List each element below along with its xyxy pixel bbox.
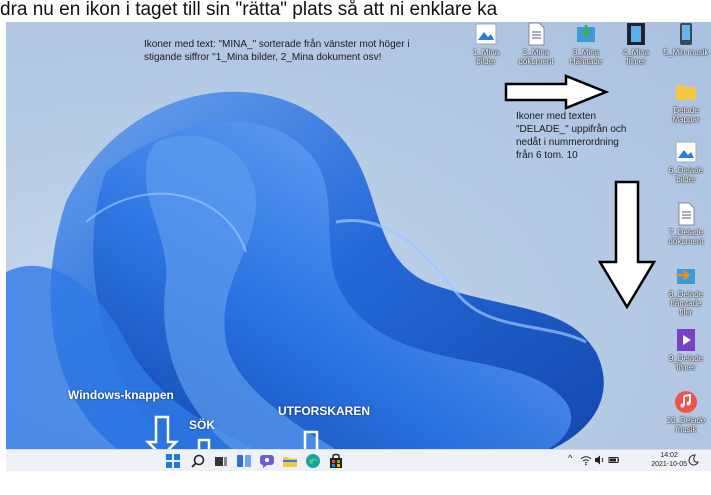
desktop-icon-delade-mappar[interactable]: Delade Mappar: [663, 80, 709, 124]
pictures-icon: [475, 23, 497, 45]
folder-icon: [676, 85, 696, 100]
wifi-icon[interactable]: [580, 454, 592, 466]
icon-label: 10_Delade musik: [666, 416, 706, 434]
delade-note-line4: från 6 tom. 10: [516, 150, 578, 161]
icon-label: 3_Mina Hämtade: [569, 48, 603, 66]
chat-icon[interactable]: [259, 453, 275, 469]
pictures-icon: [675, 141, 697, 163]
phone-music-icon: [680, 23, 692, 45]
file-explorer-icon[interactable]: [282, 453, 298, 469]
desktop-icon-delade-bilder[interactable]: 6_Delade bilder: [663, 140, 709, 184]
document-icon: [678, 202, 695, 226]
downloads-icon: [676, 269, 695, 284]
edge-browser-icon[interactable]: [305, 453, 321, 469]
downloads-icon: [577, 25, 595, 42]
delade-note-line2: "DELADE_" uppifrån och: [516, 124, 627, 135]
notification-moon-icon[interactable]: [687, 454, 699, 466]
search-label: SÖK: [189, 418, 216, 432]
document-icon: [528, 22, 545, 46]
taskbar-clock[interactable]: 14:02 2021-10-05: [651, 451, 687, 469]
desktop-icon-mina-bilder[interactable]: 1_Mina bilder: [463, 22, 509, 66]
film-icon: [677, 329, 695, 351]
icon-label: 1_Mina bilder: [472, 48, 500, 66]
icon-label: 5_Min musik: [663, 48, 709, 57]
icon-label: Delade Mappar: [672, 106, 700, 124]
delade-note: Ikoner med texten "DELADE_" uppifrån och…: [516, 110, 627, 162]
icon-label: 6_Delade bilder: [668, 166, 704, 184]
film-icon: [627, 23, 645, 45]
desktop-icon-mina-hamtade[interactable]: 3_Mina Hämtade: [563, 22, 609, 66]
widgets-icon[interactable]: [236, 453, 252, 469]
store-icon[interactable]: [328, 453, 344, 469]
icon-label: 2_Mina dokument: [518, 48, 554, 66]
desktop-icon-delade-filmer[interactable]: 9_Delade filmer: [663, 328, 709, 372]
icon-label: 7_Delade dokument: [668, 228, 704, 246]
mina-note-line2: stigande siffror "1_Mina bilder, 2_Mina …: [144, 52, 382, 63]
mina-note-line1: Ikoner med text: "MINA_" sorterade från …: [144, 39, 410, 50]
desktop[interactable]: Ikoner med text: "MINA_" sorterade från …: [6, 22, 711, 471]
desktop-icon-mina-dokument[interactable]: 2_Mina dokument: [513, 22, 559, 66]
desktop-icon-delade-dokument[interactable]: 7_Delade dokument: [663, 202, 709, 246]
windows-button-label: Windows-knappen: [68, 388, 174, 402]
explorer-label: UTFORSKAREN: [278, 404, 370, 418]
search-icon[interactable]: [190, 453, 206, 469]
desktop-icon-min-musik[interactable]: 5_Min musik: [663, 22, 709, 57]
mina-note: Ikoner med text: "MINA_" sorterade från …: [144, 38, 410, 64]
delade-note-line1: Ikoner med texten: [516, 111, 597, 122]
desktop-icon-delade-hamtade[interactable]: 8_Delade hämtade filer: [663, 264, 709, 317]
icon-label: 8_Delade hämtade filer: [668, 290, 704, 317]
task-view-icon[interactable]: [213, 453, 229, 469]
volume-icon[interactable]: [594, 454, 606, 466]
desktop-icon-delade-musik[interactable]: 10_Delade musik: [663, 390, 709, 434]
desktop-icon-mina-filmer[interactable]: 4_Mina filmer: [613, 22, 659, 66]
page-caption: dra nu en ikon i taget till sin "rätta" …: [0, 0, 711, 22]
clock-time: 14:02: [660, 452, 678, 459]
icon-label: 9_Delade filmer: [668, 354, 704, 372]
delade-note-line3: nedåt i nummerordning: [516, 137, 619, 148]
battery-icon[interactable]: [608, 454, 620, 466]
icon-label: 4_Mina filmer: [622, 48, 650, 66]
bottom-margin: [0, 471, 711, 495]
taskbar: ^ 14:02 2021-10-05: [6, 449, 711, 472]
chevron-up-icon[interactable]: ^: [568, 453, 572, 463]
music-icon: [675, 391, 697, 413]
windows-start-icon[interactable]: [165, 453, 181, 469]
clock-date: 2021-10-05: [651, 461, 687, 468]
